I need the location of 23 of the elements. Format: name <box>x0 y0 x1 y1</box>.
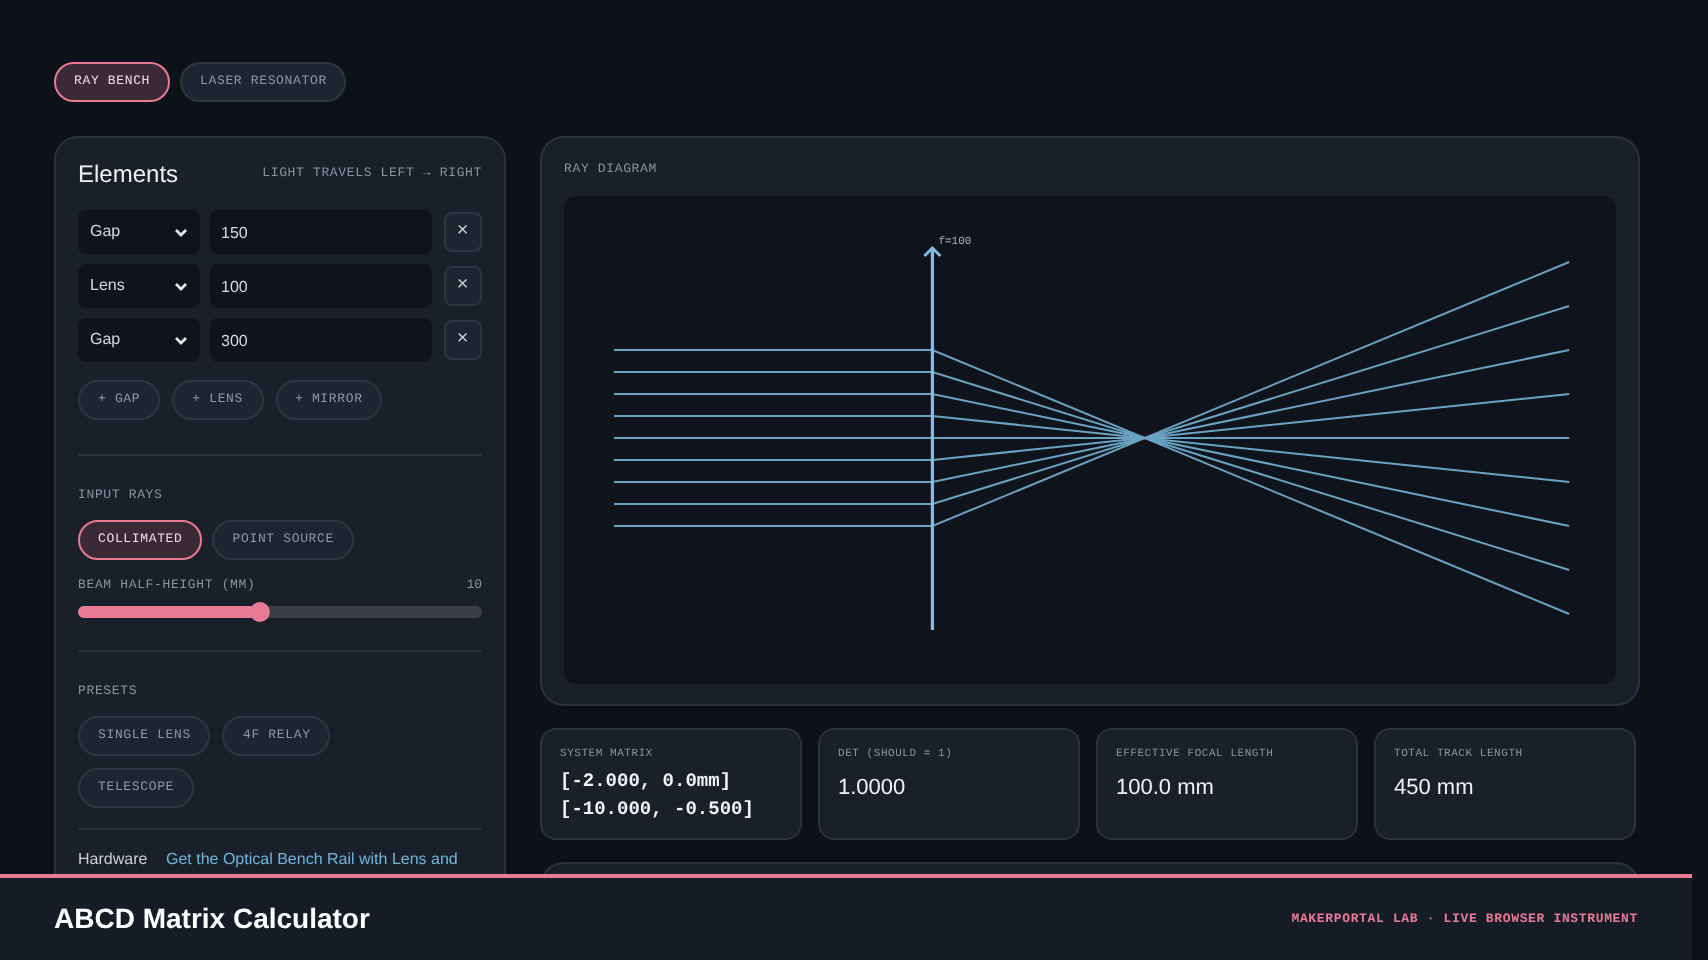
element-type-select[interactable]: Gap <box>78 210 200 254</box>
matrix-row-text: [-2.000, 0.0mm] <box>560 768 734 797</box>
slider-handle[interactable] <box>249 601 270 621</box>
stat-value: 100.0 mm <box>1116 774 1216 805</box>
panel-title: Elements <box>78 158 179 192</box>
stat-value: 1.0000 <box>838 774 908 805</box>
chevron-icon <box>173 227 188 237</box>
remove-button[interactable]: × <box>443 212 482 252</box>
matrix-row-text: [-10.000, -0.500] <box>560 796 756 825</box>
value-field[interactable]: 300 <box>209 318 432 362</box>
app-title: ABCD Matrix Calculator <box>54 900 370 938</box>
element-type-select[interactable]: Gap <box>78 318 200 362</box>
remove-button[interactable]: × <box>443 320 482 360</box>
element-type-select[interactable]: Lens <box>78 264 200 308</box>
hardware-link[interactable]: Get the Optical Bench Rail with Lens and <box>166 848 458 871</box>
chevron-icon <box>173 281 188 291</box>
chevron-icon <box>173 335 188 345</box>
stat-value: 450 mm <box>1394 774 1476 805</box>
hardware-label: Hardware <box>78 848 150 871</box>
value-field[interactable]: 150 <box>209 210 432 254</box>
value-field[interactable]: 100 <box>209 264 432 308</box>
slider-track[interactable] <box>78 605 482 617</box>
remove-button[interactable]: × <box>443 266 482 306</box>
